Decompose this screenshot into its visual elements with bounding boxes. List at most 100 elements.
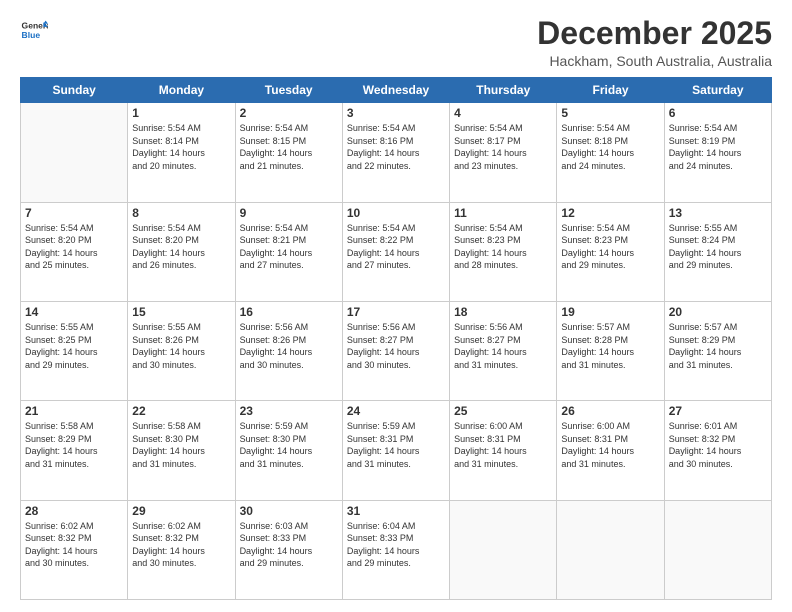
day-info: Sunrise: 5:58 AM Sunset: 8:30 PM Dayligh… (132, 420, 230, 470)
table-row: 28 Sunrise: 6:02 AM Sunset: 8:32 PM Dayli… (21, 500, 128, 599)
day-number: 28 (25, 504, 123, 518)
table-row: 10Sunrise: 5:54 AM Sunset: 8:22 PM Dayli… (342, 202, 449, 301)
day-number: 27 (669, 404, 767, 418)
day-info: Sunrise: 5:54 AM Sunset: 8:16 PM Dayligh… (347, 122, 445, 172)
day-info: Sunrise: 6:01 AM Sunset: 8:32 PM Dayligh… (669, 420, 767, 470)
day-info: Sunrise: 6:04 AM Sunset: 8:33 PM Dayligh… (347, 520, 445, 570)
day-info: Sunrise: 5:58 AM Sunset: 8:29 PM Dayligh… (25, 420, 123, 470)
day-number: 26 (561, 404, 659, 418)
table-row (21, 103, 128, 202)
day-number: 6 (669, 106, 767, 120)
logo: General Blue (20, 16, 48, 44)
table-row: 17 Sunrise: 5:56 AM Sunset: 8:27 PM Dayli… (342, 301, 449, 400)
day-info: Sunrise: 5:57 AM Sunset: 8:28 PM Dayligh… (561, 321, 659, 371)
table-row (664, 500, 771, 599)
subtitle: Hackham, South Australia, Australia (537, 53, 772, 69)
table-row: 22 Sunrise: 5:58 AM Sunset: 8:30 PM Dayli… (128, 401, 235, 500)
day-number: 4 (454, 106, 552, 120)
col-friday: Friday (557, 78, 664, 103)
calendar-table: Sunday Monday Tuesday Wednesday Thursday… (20, 77, 772, 600)
day-number: 7 (25, 206, 123, 220)
day-number: 29 (132, 504, 230, 518)
table-row: 24Sunrise: 5:59 AM Sunset: 8:31 PM Dayli… (342, 401, 449, 500)
calendar-week-row: 21 Sunrise: 5:58 AM Sunset: 8:29 PM Dayli… (21, 401, 772, 500)
month-title: December 2025 (537, 16, 772, 51)
day-number: 2 (240, 106, 338, 120)
day-number: 25 (454, 404, 552, 418)
day-info: Sunrise: 5:56 AM Sunset: 8:27 PM Dayligh… (454, 321, 552, 371)
day-info: Sunrise: 6:02 AM Sunset: 8:32 PM Dayligh… (132, 520, 230, 570)
table-row: 3 Sunrise: 5:54 AM Sunset: 8:16 PM Daylig… (342, 103, 449, 202)
calendar-week-row: 1 Sunrise: 5:54 AM Sunset: 8:14 PM Daylig… (21, 103, 772, 202)
table-row (557, 500, 664, 599)
day-number: 11 (454, 206, 552, 220)
day-number: 21 (25, 404, 123, 418)
table-row: 12 Sunrise: 5:54 AM Sunset: 8:23 PM Dayli… (557, 202, 664, 301)
day-info: Sunrise: 5:59 AM Sunset: 8:30 PM Dayligh… (240, 420, 338, 470)
table-row: 4Sunrise: 5:54 AM Sunset: 8:17 PM Daylig… (450, 103, 557, 202)
day-info: Sunrise: 5:56 AM Sunset: 8:27 PM Dayligh… (347, 321, 445, 371)
day-info: Sunrise: 5:54 AM Sunset: 8:20 PM Dayligh… (132, 222, 230, 272)
table-row: 15 Sunrise: 5:55 AM Sunset: 8:26 PM Dayli… (128, 301, 235, 400)
day-number: 17 (347, 305, 445, 319)
day-number: 31 (347, 504, 445, 518)
day-number: 13 (669, 206, 767, 220)
day-info: Sunrise: 5:54 AM Sunset: 8:20 PM Dayligh… (25, 222, 123, 272)
table-row: 5Sunrise: 5:54 AM Sunset: 8:18 PM Daylig… (557, 103, 664, 202)
day-info: Sunrise: 5:55 AM Sunset: 8:26 PM Dayligh… (132, 321, 230, 371)
day-number: 16 (240, 305, 338, 319)
day-info: Sunrise: 5:54 AM Sunset: 8:21 PM Dayligh… (240, 222, 338, 272)
header: General Blue December 2025 Hackham, Sout… (20, 16, 772, 69)
table-row: 23 Sunrise: 5:59 AM Sunset: 8:30 PM Dayli… (235, 401, 342, 500)
table-row: 13 Sunrise: 5:55 AM Sunset: 8:24 PM Dayli… (664, 202, 771, 301)
day-number: 3 (347, 106, 445, 120)
day-number: 23 (240, 404, 338, 418)
day-number: 20 (669, 305, 767, 319)
table-row: 20 Sunrise: 5:57 AM Sunset: 8:29 PM Dayli… (664, 301, 771, 400)
table-row: 11Sunrise: 5:54 AM Sunset: 8:23 PM Dayli… (450, 202, 557, 301)
day-number: 30 (240, 504, 338, 518)
col-saturday: Saturday (664, 78, 771, 103)
table-row: 26Sunrise: 6:00 AM Sunset: 8:31 PM Dayli… (557, 401, 664, 500)
title-block: December 2025 Hackham, South Australia, … (537, 16, 772, 69)
col-monday: Monday (128, 78, 235, 103)
day-number: 18 (454, 305, 552, 319)
table-row: 21 Sunrise: 5:58 AM Sunset: 8:29 PM Dayli… (21, 401, 128, 500)
table-row: 14Sunrise: 5:55 AM Sunset: 8:25 PM Dayli… (21, 301, 128, 400)
day-number: 22 (132, 404, 230, 418)
day-number: 15 (132, 305, 230, 319)
day-number: 10 (347, 206, 445, 220)
table-row: 9 Sunrise: 5:54 AM Sunset: 8:21 PM Daylig… (235, 202, 342, 301)
table-row: 25 Sunrise: 6:00 AM Sunset: 8:31 PM Dayli… (450, 401, 557, 500)
calendar-week-row: 14Sunrise: 5:55 AM Sunset: 8:25 PM Dayli… (21, 301, 772, 400)
day-number: 1 (132, 106, 230, 120)
day-number: 14 (25, 305, 123, 319)
day-info: Sunrise: 5:54 AM Sunset: 8:15 PM Dayligh… (240, 122, 338, 172)
day-info: Sunrise: 5:57 AM Sunset: 8:29 PM Dayligh… (669, 321, 767, 371)
table-row: 16 Sunrise: 5:56 AM Sunset: 8:26 PM Dayli… (235, 301, 342, 400)
logo-icon: General Blue (20, 16, 48, 44)
day-info: Sunrise: 6:03 AM Sunset: 8:33 PM Dayligh… (240, 520, 338, 570)
table-row: 8Sunrise: 5:54 AM Sunset: 8:20 PM Daylig… (128, 202, 235, 301)
day-info: Sunrise: 5:54 AM Sunset: 8:18 PM Dayligh… (561, 122, 659, 172)
table-row: 7 Sunrise: 5:54 AM Sunset: 8:20 PM Daylig… (21, 202, 128, 301)
day-number: 24 (347, 404, 445, 418)
day-info: Sunrise: 5:56 AM Sunset: 8:26 PM Dayligh… (240, 321, 338, 371)
table-row: 29 Sunrise: 6:02 AM Sunset: 8:32 PM Dayli… (128, 500, 235, 599)
table-row: 18 Sunrise: 5:56 AM Sunset: 8:27 PM Dayli… (450, 301, 557, 400)
day-info: Sunrise: 5:54 AM Sunset: 8:14 PM Dayligh… (132, 122, 230, 172)
day-number: 12 (561, 206, 659, 220)
col-thursday: Thursday (450, 78, 557, 103)
day-number: 19 (561, 305, 659, 319)
day-info: Sunrise: 5:55 AM Sunset: 8:24 PM Dayligh… (669, 222, 767, 272)
col-tuesday: Tuesday (235, 78, 342, 103)
day-info: Sunrise: 6:00 AM Sunset: 8:31 PM Dayligh… (454, 420, 552, 470)
table-row: 31 Sunrise: 6:04 AM Sunset: 8:33 PM Dayli… (342, 500, 449, 599)
day-info: Sunrise: 5:54 AM Sunset: 8:23 PM Dayligh… (561, 222, 659, 272)
table-row: 19 Sunrise: 5:57 AM Sunset: 8:28 PM Dayli… (557, 301, 664, 400)
calendar-week-row: 7 Sunrise: 5:54 AM Sunset: 8:20 PM Daylig… (21, 202, 772, 301)
day-number: 9 (240, 206, 338, 220)
day-info: Sunrise: 6:02 AM Sunset: 8:32 PM Dayligh… (25, 520, 123, 570)
calendar-week-row: 28 Sunrise: 6:02 AM Sunset: 8:32 PM Dayli… (21, 500, 772, 599)
table-row: 27 Sunrise: 6:01 AM Sunset: 8:32 PM Dayli… (664, 401, 771, 500)
